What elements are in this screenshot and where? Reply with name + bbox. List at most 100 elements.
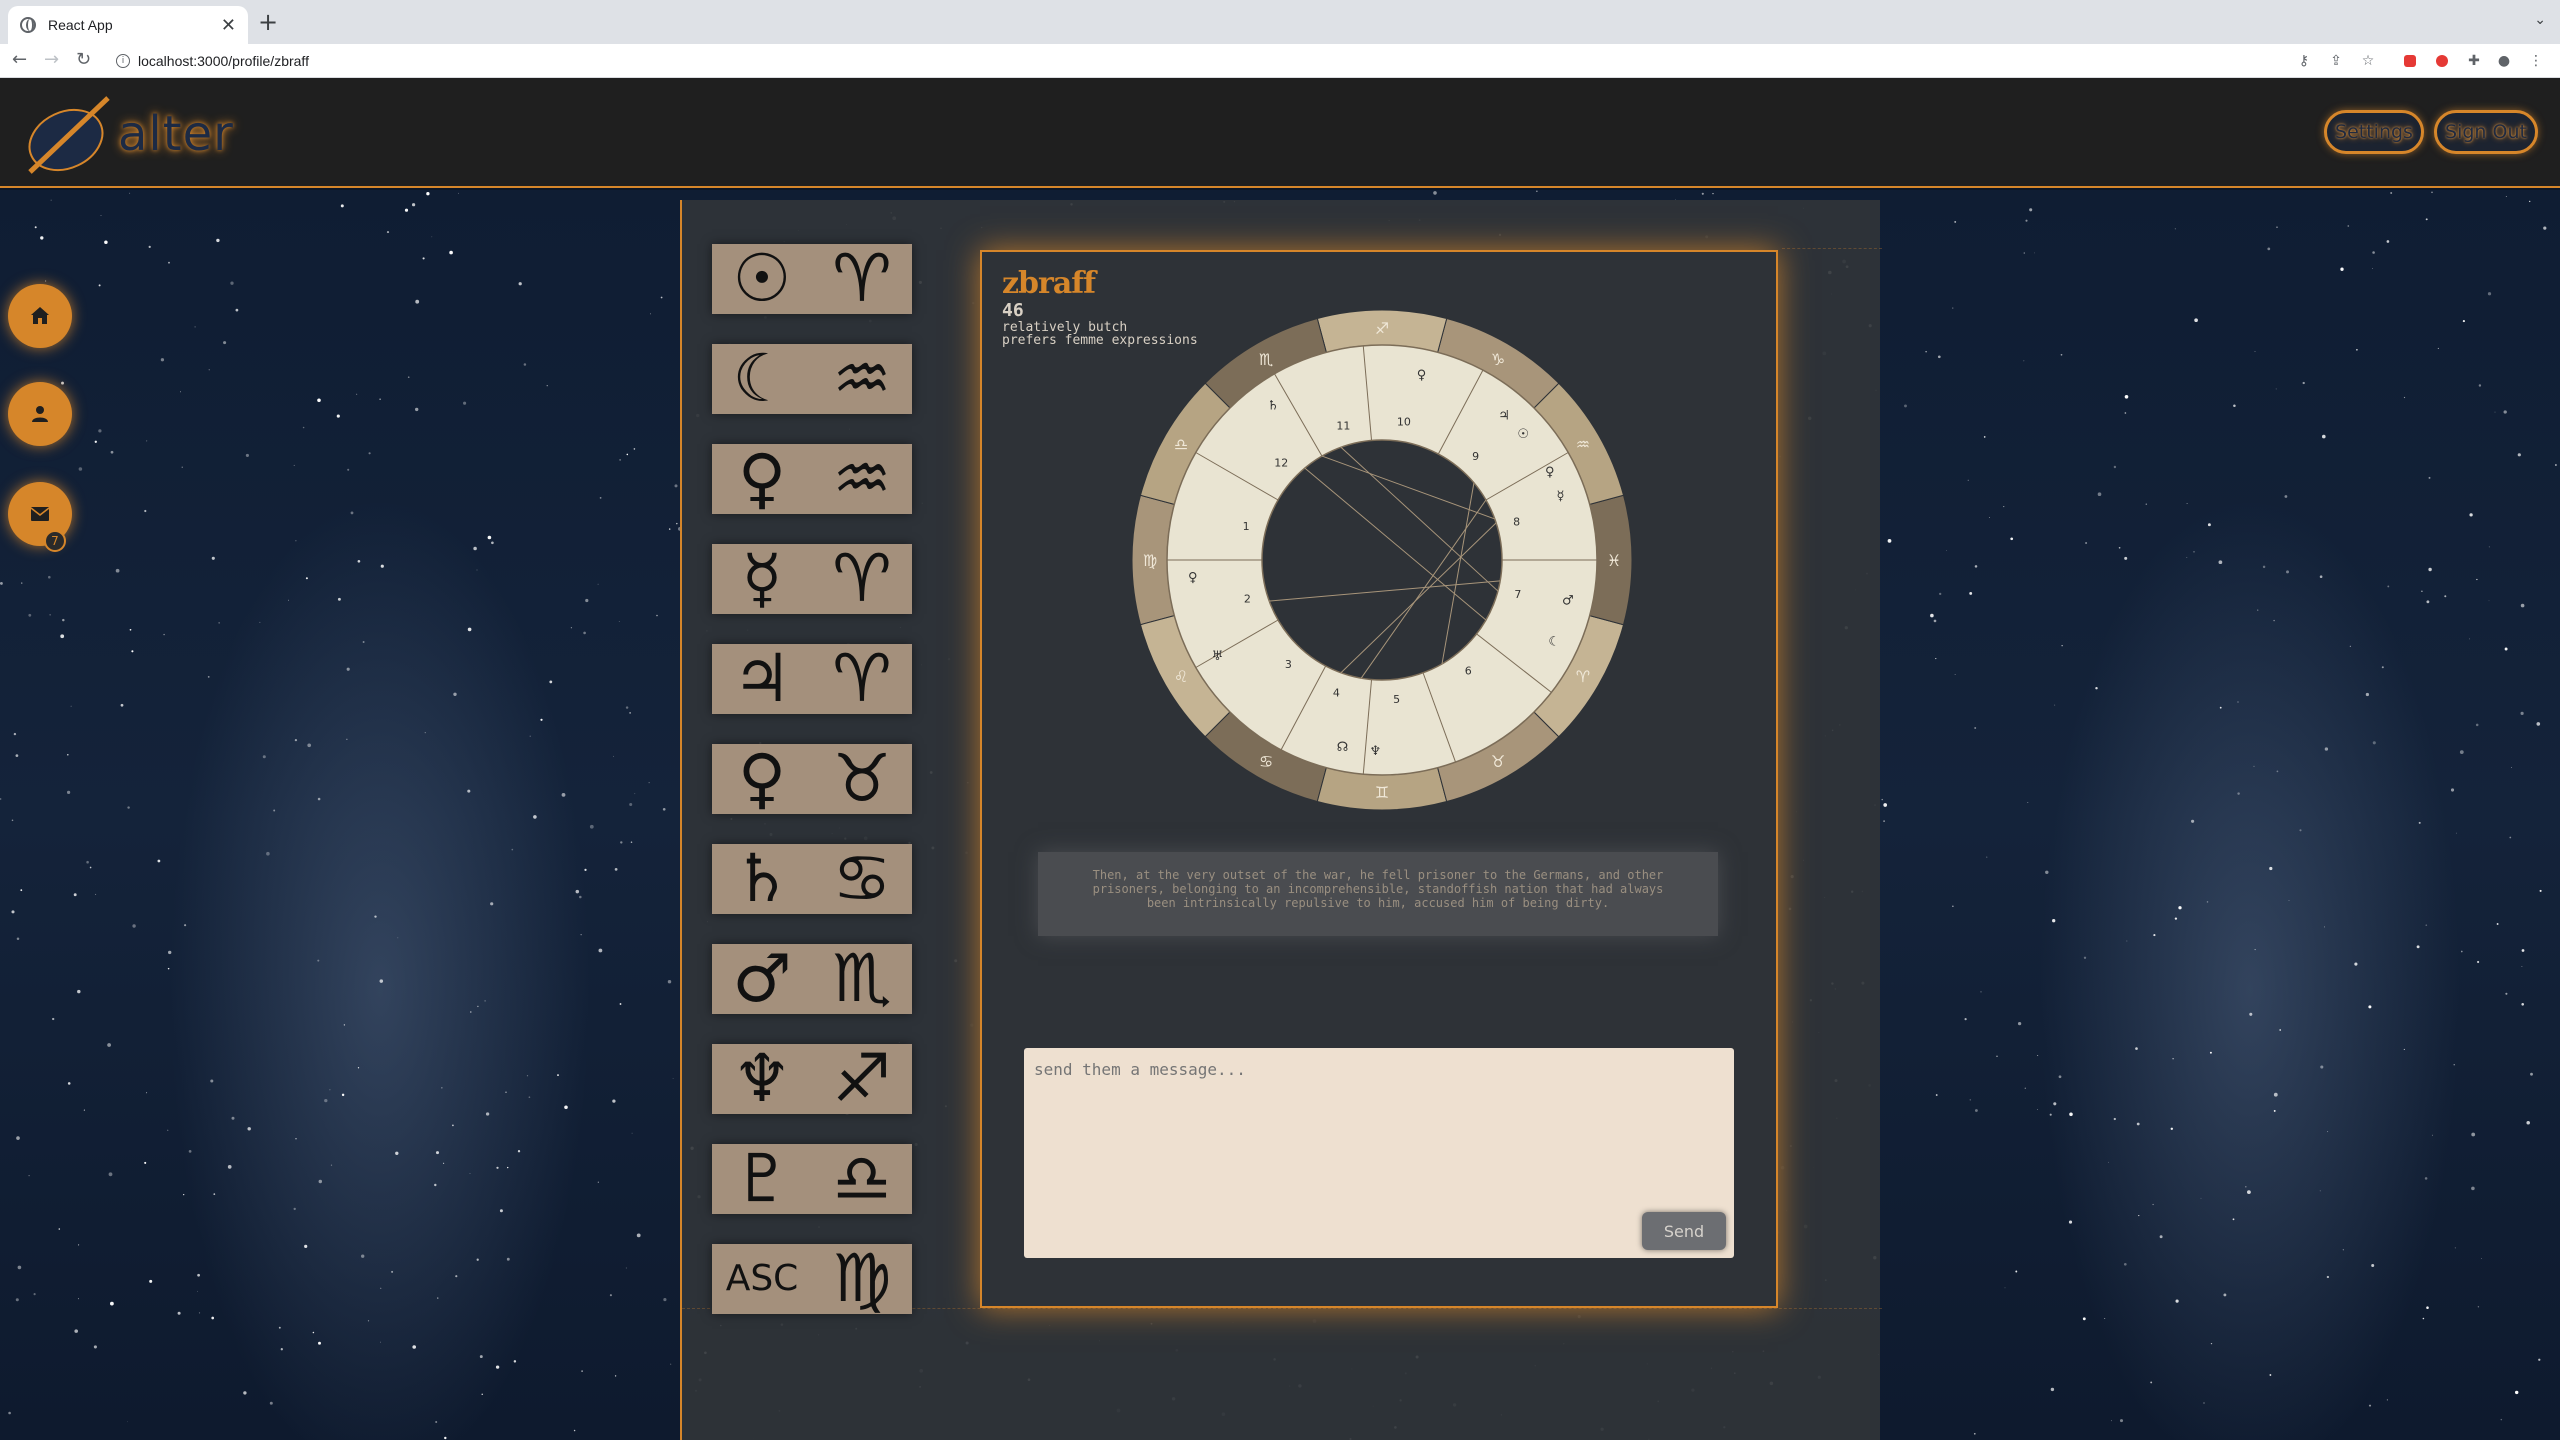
star: [218, 622, 220, 624]
star: [2267, 247, 2271, 251]
back-arrow-icon[interactable]: ←: [12, 48, 27, 72]
star: [2110, 1420, 2112, 1422]
star: [243, 1391, 247, 1395]
star: [599, 497, 602, 499]
star: [476, 569, 478, 571]
address-bar[interactable]: i localhost:3000/profile/zbraff: [108, 47, 2508, 75]
reload-icon[interactable]: ↻: [76, 48, 91, 72]
logo[interactable]: alter: [24, 92, 234, 176]
star: [2425, 218, 2428, 221]
sidebar-profile-button[interactable]: [8, 382, 72, 446]
new-tab-button[interactable]: +: [258, 10, 278, 34]
bookmark-star-icon[interactable]: ☆: [2360, 53, 2376, 69]
extensions-puzzle-icon[interactable]: ✚: [2466, 53, 2482, 69]
star: [2118, 546, 2121, 549]
star: [2060, 353, 2063, 356]
star: [2152, 1203, 2154, 1206]
star: [1974, 727, 1977, 729]
star: [177, 1311, 181, 1315]
tab-search-chevron-icon[interactable]: ⌄: [2534, 12, 2546, 28]
message-input[interactable]: [1024, 1048, 1734, 1258]
star: [380, 1341, 381, 1343]
extension-red-round-icon[interactable]: [2436, 55, 2448, 67]
star: [481, 1393, 483, 1395]
star: [2262, 565, 2266, 569]
browser-tab[interactable]: React App ✕: [8, 6, 248, 44]
star: [2124, 412, 2127, 414]
star: [11, 910, 15, 914]
star: [2460, 950, 2463, 953]
star: [1701, 192, 1704, 195]
star: [386, 231, 390, 234]
star: [676, 522, 678, 525]
star: [2372, 251, 2375, 254]
app-header: alter Settings Sign Out: [0, 78, 2560, 188]
star: [2517, 453, 2521, 457]
planet-icon: ♀: [1188, 571, 1198, 586]
star: [2279, 1029, 2282, 1031]
house-number: 5: [1393, 693, 1400, 706]
star: [318, 1179, 323, 1184]
star: [426, 192, 430, 196]
star: [2450, 788, 2455, 792]
star: [336, 414, 340, 418]
star: [93, 1345, 97, 1349]
star: [2025, 219, 2028, 222]
zodiac-sign-icon: ♐: [1375, 319, 1389, 338]
star: [526, 1075, 529, 1077]
star: [167, 1129, 169, 1131]
star: [98, 429, 102, 433]
sagittarius-icon: ♐: [832, 1040, 892, 1117]
star: [2342, 1249, 2344, 1251]
star: [496, 1166, 499, 1169]
profile-avatar-icon[interactable]: ●: [2496, 53, 2512, 69]
star: [2058, 1075, 2062, 1079]
key-icon[interactable]: ⚷: [2296, 53, 2312, 69]
star: [21, 582, 23, 584]
star: [455, 1275, 458, 1278]
star: [2386, 240, 2390, 243]
star: [230, 281, 234, 285]
star: [1974, 1109, 1978, 1112]
star: [2390, 192, 2393, 194]
tab-title: React App: [48, 17, 113, 33]
star: [2471, 1132, 2476, 1137]
extension-red-icon[interactable]: [2404, 55, 2416, 67]
forward-arrow-icon[interactable]: →: [44, 48, 59, 72]
url-text[interactable]: localhost:3000/profile/zbraff: [138, 53, 309, 69]
star: [2052, 919, 2056, 923]
share-icon[interactable]: ⇪: [2328, 53, 2344, 69]
taurus-icon: ♉: [832, 740, 892, 817]
star: [379, 979, 384, 983]
star: [2069, 1112, 2073, 1117]
star: [2422, 1317, 2425, 1320]
star: [341, 1093, 345, 1097]
star: [167, 967, 170, 970]
star: [441, 1087, 443, 1089]
sign-out-button[interactable]: Sign Out: [2434, 110, 2538, 154]
star: [546, 385, 548, 387]
star: [1969, 591, 1973, 595]
settings-button[interactable]: Settings: [2324, 110, 2424, 154]
star: [668, 528, 671, 530]
house-number: 1: [1243, 520, 1250, 533]
sidebar-home-button[interactable]: [8, 284, 72, 348]
star: [2200, 1197, 2202, 1199]
star: [612, 1099, 616, 1103]
tab-close-icon[interactable]: ✕: [221, 15, 236, 36]
star: [86, 860, 89, 864]
star: [280, 1348, 283, 1351]
star: [435, 1151, 440, 1155]
jupiter-icon: ♃: [732, 640, 792, 717]
star: [2017, 1021, 2022, 1026]
star: [2186, 556, 2188, 558]
star: [404, 208, 409, 212]
site-info-icon[interactable]: i: [116, 54, 130, 68]
star: [132, 924, 136, 928]
star: [2186, 502, 2188, 505]
send-button[interactable]: Send: [1642, 1212, 1726, 1250]
star: [528, 1096, 531, 1099]
star: [2050, 1387, 2055, 1392]
star: [2477, 960, 2480, 964]
browser-menu-icon[interactable]: ⋮: [2528, 53, 2544, 69]
